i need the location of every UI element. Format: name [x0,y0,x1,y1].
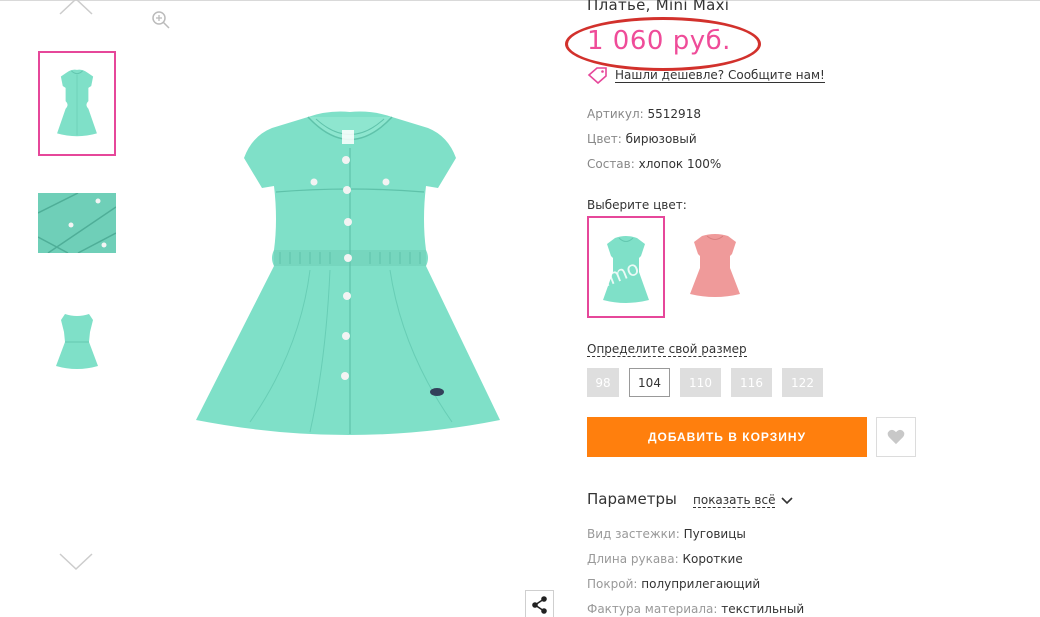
param-texture: Фактура материала: текстильный [587,602,804,616]
param-value: текстильный [721,602,805,616]
show-all-label: показать всё [693,493,776,508]
fabric-detail-image [38,193,116,253]
chevron-down-icon [781,496,794,504]
param-fastener: Вид застежки: Пуговицы [587,527,746,541]
size-option-116[interactable]: 116 [731,368,772,397]
thumbnails-up-arrow[interactable] [58,0,94,16]
product-title: Платье, Mini Maxi [587,0,730,14]
chevron-up-icon [59,0,93,15]
param-key: Покрой: [587,577,638,591]
size-guide-link[interactable]: Определите свой размер [587,342,747,357]
attribute-key: Артикул: [587,107,644,121]
share-icon [531,595,547,614]
thumbnails-down-arrow[interactable] [58,552,94,572]
param-value: Короткие [682,552,743,566]
param-key: Вид застежки: [587,527,680,541]
attribute-key: Состав: [587,157,635,171]
favorite-button[interactable] [876,417,916,457]
heart-icon [887,429,905,445]
attribute-key: Цвет: [587,132,622,146]
thumbnail-back[interactable] [38,306,116,378]
param-sleeve-length: Длина рукава: Короткие [587,552,743,566]
share-button[interactable] [525,590,554,617]
attribute-value: хлопок 100% [638,157,722,171]
thumbnail-detail[interactable] [38,193,116,253]
size-option-122[interactable]: 122 [782,368,823,397]
attribute-color: Цвет: бирюзовый [587,132,697,146]
param-value: полуприлегающий [641,577,761,591]
color-swatch-turquoise[interactable]: lamo [587,216,665,318]
dress-main-image [196,111,500,436]
top-divider [0,0,1040,1]
size-option-110[interactable]: 110 [680,368,721,397]
chevron-down-icon [59,553,93,571]
add-to-cart-button[interactable]: ДОБАВИТЬ В КОРЗИНУ [587,417,867,457]
param-value: Пуговицы [683,527,746,541]
show-all-params-link[interactable]: показать всё [693,493,794,508]
price-tag-icon [587,67,607,84]
choose-color-label: Выберите цвет: [587,198,687,212]
found-cheaper-text: Нашли дешевле? Сообщите нам! [615,67,825,83]
found-cheaper-link[interactable]: Нашли дешевле? Сообщите нам! [587,66,825,84]
param-cut: Покрой: полуприлегающий [587,577,760,591]
product-price: 1 060 руб. [587,26,731,56]
size-option-104[interactable]: 104 [629,368,670,397]
attribute-composition: Состав: хлопок 100% [587,157,721,171]
params-heading: Параметры [587,490,677,508]
attribute-article: Артикул: 5512918 [587,107,701,121]
param-key: Длина рукава: [587,552,679,566]
main-product-image[interactable] [190,100,510,450]
dress-back-image [56,314,98,369]
thumbnail-front[interactable] [38,51,116,156]
color-swatch-pink[interactable] [676,226,754,306]
dress-thumbnail-image [57,69,97,137]
attribute-value: 5512918 [647,107,701,121]
attribute-value: бирюзовый [625,132,697,146]
size-selector: 98 104 110 116 122 [587,368,823,397]
param-key: Фактура материала: [587,602,718,616]
size-option-98[interactable]: 98 [587,368,619,397]
pink-dress-image [690,234,740,297]
zoom-in-icon[interactable] [150,9,172,31]
